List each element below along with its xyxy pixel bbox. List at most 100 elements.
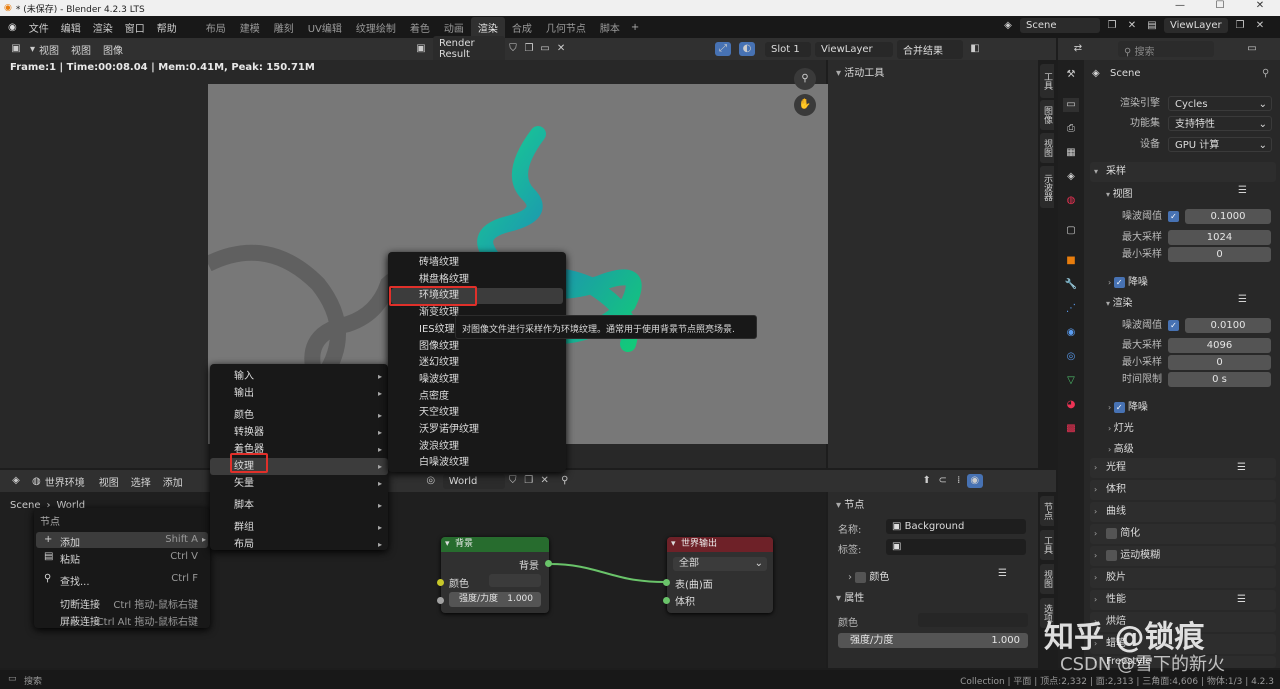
add-menu-item-3[interactable]: 转换器 ▸ (210, 424, 388, 441)
blender-menu-icon[interactable]: ◉ (8, 22, 17, 33)
active-tool-caret-icon[interactable]: ▾ (836, 68, 844, 79)
render-min-samples-field[interactable]: 0 (1168, 355, 1271, 370)
viewport-subsection[interactable]: ▾ 视图 (1106, 185, 1133, 200)
render-max-samples-field[interactable]: 4096 (1168, 338, 1271, 353)
render-engine-selector[interactable]: Cycles ⌄ (1168, 96, 1272, 111)
image-menu-2[interactable]: 图像 (103, 42, 123, 57)
shield-icon[interactable]: ⛉ (505, 42, 521, 56)
image-menu-0[interactable]: 视图 (39, 42, 59, 57)
overlay-icon[interactable]: ◉ (966, 474, 983, 488)
light-paths-section[interactable]: › 光程 ☰ (1090, 458, 1276, 478)
view-layer-icon[interactable]: ▤ (1144, 19, 1160, 33)
node-name-field[interactable]: ▣ Background (886, 519, 1026, 534)
add-workspace-button[interactable]: + (631, 22, 639, 33)
workspace-tab-10[interactable]: 脚本 (593, 17, 627, 38)
strength-input-socket[interactable] (437, 597, 444, 604)
background-output-socket[interactable] (545, 560, 552, 567)
display-channels-icon[interactable]: ◐ (739, 42, 756, 56)
node-menu-0[interactable]: 视图 (99, 474, 119, 489)
viewport-noise-threshold-checkbox[interactable]: ✓ (1168, 211, 1179, 222)
motion-blur-checkbox[interactable]: ✓ (1106, 550, 1117, 561)
volumes-section[interactable]: › 体积 (1090, 480, 1276, 500)
node-color-section[interactable]: › ✓ 颜色 (848, 568, 889, 583)
viewport-presets-icon[interactable]: ☰ (1238, 185, 1247, 196)
sampling-section[interactable]: ▾ 采样 (1090, 162, 1276, 182)
simplify-section[interactable]: ›✓ 简化 (1090, 524, 1276, 544)
render-presets-icon[interactable]: ☰ (1238, 294, 1247, 305)
copy-scene-icon[interactable]: ❐ (1104, 19, 1120, 33)
texture-menu-item-7[interactable]: 噪波纹理 (391, 372, 563, 388)
new-image-icon[interactable]: ❐ (521, 42, 537, 56)
world-output-header[interactable]: ▾ 世界输出 (667, 537, 773, 552)
menu-0[interactable]: 文件 (29, 20, 49, 35)
snap-icon[interactable]: ⊂ (935, 474, 951, 488)
viewport-max-samples-field[interactable]: 1024 (1168, 230, 1271, 245)
image-tab-tool[interactable]: 工具 (1040, 64, 1054, 98)
unlink-world-icon[interactable]: ✕ (537, 474, 553, 488)
node-menu-2[interactable]: 添加 (163, 474, 183, 489)
node-panel-header[interactable]: ▾ 节点 (836, 496, 864, 511)
time-limit-field[interactable]: 0 s (1168, 372, 1271, 387)
world-name-field[interactable]: World (442, 473, 505, 489)
add-menu-item-1[interactable]: 输出 ▸ (210, 385, 388, 402)
advanced-subsection[interactable]: › 高级 (1108, 440, 1134, 455)
unlink-image-icon[interactable]: ✕ (553, 42, 569, 56)
particles-tab-icon[interactable]: ⋰ (1063, 302, 1079, 316)
device-selector[interactable]: GPU 计算 ⌄ (1168, 137, 1272, 152)
minimize-button[interactable]: — (1160, 0, 1200, 11)
context-item-mute-links[interactable]: 屏蔽连接 Ctrl Alt 拖动-鼠标右键 (36, 611, 208, 628)
workspace-tab-6[interactable]: 动画 (437, 17, 471, 38)
image-menu-view-icon[interactable]: ▾ (30, 44, 35, 55)
menu-2[interactable]: 渲染 (93, 20, 113, 35)
new-window-icon[interactable]: ▭ (1244, 42, 1260, 56)
editor-type-icon[interactable]: ▣ (8, 42, 24, 56)
viewport-denoise-checkbox[interactable]: ✓ (1113, 277, 1125, 288)
target-selector[interactable]: 全部 ⌄ (673, 557, 767, 571)
render-tab-icon[interactable]: ▭ (1063, 98, 1079, 112)
performance-section[interactable]: › 性能 ☰ (1090, 590, 1276, 610)
node-color-checkbox[interactable]: ✓ (855, 572, 867, 583)
view-layer-tab-icon[interactable]: ▦ (1063, 146, 1079, 160)
add-menu-item-6[interactable]: 矢量 ▸ (210, 475, 388, 492)
curves-section[interactable]: › 曲线 (1090, 502, 1276, 522)
world-output-node[interactable]: ▾ 世界输出 全部 ⌄ 表(曲)面 体积 (667, 537, 773, 613)
zoom-icon[interactable]: ⚲ (794, 68, 816, 90)
properties-section[interactable]: ▾ 属性 (836, 589, 864, 604)
menu-4[interactable]: 帮助 (157, 20, 177, 35)
texture-menu-item-6[interactable]: 迷幻纹理 (391, 355, 563, 371)
workspace-tab-5[interactable]: 着色 (403, 17, 437, 38)
background-node[interactable]: ▾ 背景 背景 颜色 强度/力度 1.000 (441, 537, 549, 613)
data-tab-icon[interactable]: ▽ (1063, 374, 1079, 388)
node-tab-tool[interactable]: 工具 (1040, 530, 1054, 560)
simplify-checkbox[interactable]: ✓ (1106, 528, 1117, 539)
tool-tab-icon[interactable]: ⚒ (1063, 68, 1079, 82)
menu-1[interactable]: 编辑 (61, 20, 81, 35)
texture-menu-item-11[interactable]: 波浪纹理 (391, 439, 563, 455)
active-tool-title[interactable]: 活动工具 (844, 68, 884, 79)
texture-menu-item-0[interactable]: 砖墙纹理 (391, 255, 563, 271)
feature-set-selector[interactable]: 支持特性 ⌄ (1168, 116, 1272, 131)
constraints-tab-icon[interactable]: ◎ (1063, 350, 1079, 364)
workspace-tab-3[interactable]: UV编辑 (301, 17, 349, 38)
color-input-socket[interactable] (437, 579, 444, 586)
context-item-paste[interactable]: ▤ 粘贴 Ctrl V (36, 549, 208, 566)
add-menu-item-7[interactable]: 脚本 ▸ (210, 497, 388, 514)
pin-icon[interactable]: ⚲ (1262, 68, 1269, 79)
list-menu-icon[interactable]: ☰ (998, 568, 1007, 579)
image-menu-1[interactable]: 视图 (71, 42, 91, 57)
sample-tool-icon[interactable]: ⤢ (715, 42, 732, 56)
modifier-tab-icon[interactable]: 🔧 (1063, 278, 1079, 292)
menu-3[interactable]: 窗口 (125, 20, 145, 35)
add-menu-item-0[interactable]: 输入 ▸ (210, 368, 388, 385)
physics-tab-icon[interactable]: ◉ (1063, 326, 1079, 340)
render-denoise-checkbox[interactable]: ✓ (1113, 402, 1125, 413)
render-pass-selector[interactable]: 合并结果 (897, 39, 964, 59)
workspace-tab-7[interactable]: 渲染 (470, 16, 505, 38)
volume-input-socket[interactable] (663, 597, 670, 604)
fake-user-shield-icon[interactable]: ⛉ (505, 474, 521, 488)
shader-type-selector[interactable]: 世界环境 (45, 474, 85, 489)
texture-menu-item-10[interactable]: 沃罗诺伊纹理 (391, 422, 563, 438)
add-menu-item-9[interactable]: 布局 ▸ (210, 536, 388, 553)
image-name-field[interactable]: Render Result (433, 36, 506, 62)
render-denoise-row[interactable]: › ✓ 降噪 (1108, 398, 1148, 413)
